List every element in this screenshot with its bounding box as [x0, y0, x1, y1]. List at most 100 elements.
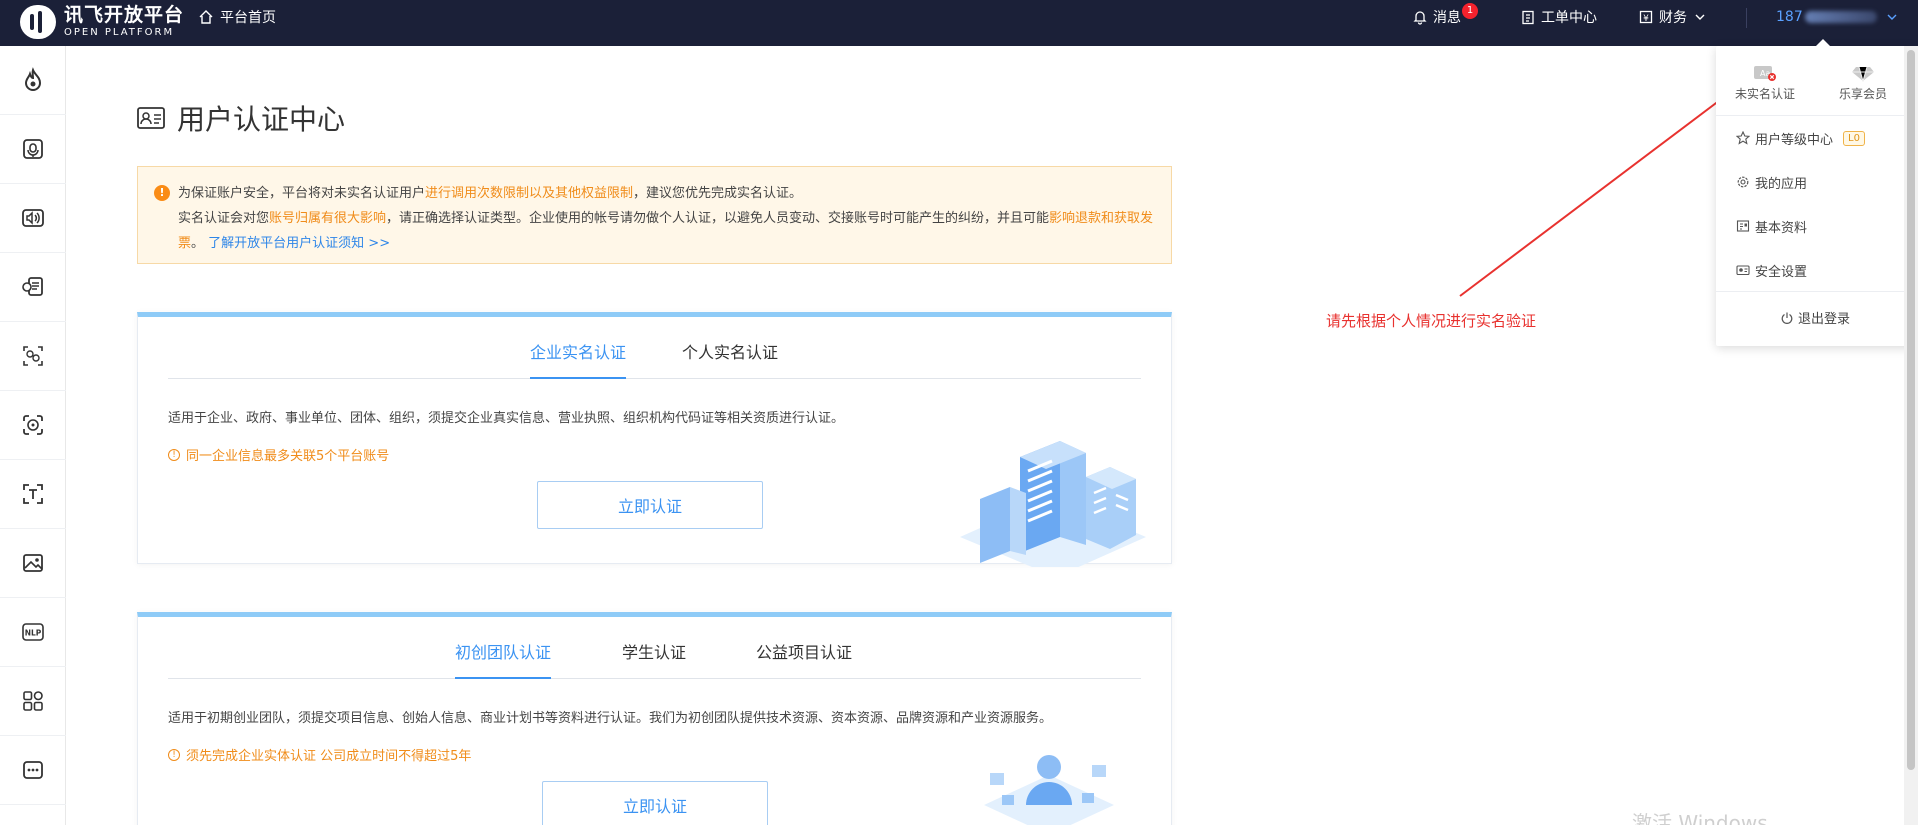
image-icon — [23, 554, 43, 572]
buildings-illustration — [960, 441, 1146, 567]
top-navigation-bar: 讯飞开放平台 OPEN PLATFORM 平台首页 消息 1 工单中心 ¥ 财务… — [0, 0, 1918, 46]
card-warning: ! 同一企业信息最多关联5个平台账号 — [168, 445, 389, 464]
sidebar-item-apps[interactable] — [0, 667, 66, 736]
sidebar-item-speech-recognition[interactable] — [0, 115, 66, 184]
unverified-label: 未实名认证 — [1734, 87, 1795, 101]
ticket-center-link[interactable]: 工单中心 — [1520, 0, 1597, 34]
diamond-icon — [1852, 66, 1874, 83]
user-level-tag: L0 — [1843, 130, 1865, 146]
logo-icon — [20, 5, 56, 39]
unverified-badge[interactable]: Aa 未实名认证 — [1730, 64, 1800, 102]
verification-tabs: 企业实名认证 个人实名认证 — [168, 327, 1141, 379]
sidebar-item-speech-synthesis[interactable] — [0, 184, 66, 253]
verification-guide-link[interactable]: 了解开放平台用户认证须知 >> — [208, 236, 390, 251]
card-description: 适用于初期创业团队，须提交项目信息、创始人信息、商业计划书等资料进行认证。我们为… — [168, 711, 1053, 726]
masked-phone-number — [1804, 11, 1877, 23]
tab-startup-team-verification[interactable]: 初创团队认证 — [455, 627, 552, 679]
user-dropdown-menu: Aa 未实名认证 乐享会员 用户等级中心 L0 我的应用 基本资料 安全设置 退… — [1716, 39, 1914, 346]
voice-recognition-icon — [23, 139, 43, 159]
messages-label: 消息 — [1433, 10, 1461, 26]
gear-icon — [1737, 176, 1749, 188]
messages-count-badge: 1 — [1462, 3, 1478, 19]
page-title: 用户认证中心 — [137, 98, 345, 138]
my-apps-link[interactable]: 我的应用 — [1736, 172, 1807, 192]
user-level-center-link[interactable]: 用户等级中心 L0 — [1736, 128, 1865, 148]
page-title-text: 用户认证中心 — [177, 103, 346, 136]
sidebar-item-voice-chat[interactable] — [0, 253, 66, 322]
warning-icon: ! — [154, 185, 170, 201]
sidebar-item-text-recognition[interactable] — [0, 460, 66, 529]
speech-synthesis-icon — [22, 209, 44, 227]
voice-chat-icon — [22, 277, 43, 296]
verification-notice: ! 为保证账户安全，平台将对未实名认证用户进行调用次数限制以及其他权益限制，建议… — [137, 166, 1172, 264]
platform-home-link[interactable]: 平台首页 — [198, 0, 276, 34]
more-icon — [23, 761, 43, 779]
chevron-down-icon — [1887, 14, 1897, 20]
home-icon — [199, 10, 213, 24]
bell-icon — [1413, 11, 1427, 25]
security-settings-label: 安全设置 — [1755, 264, 1808, 280]
tab-enterprise-verification[interactable]: 企业实名认证 — [530, 327, 627, 379]
profile-card-icon — [1736, 220, 1750, 232]
unverified-id-icon: Aa — [1754, 66, 1776, 81]
logo-title: 讯飞开放平台 — [64, 4, 185, 26]
card-warning: ! 须先完成企业实体认证 公司成立时间不得超过5年 — [168, 745, 471, 764]
notice-line-2: 实名认证会对您账号归属有很大影响，请正确选择认证类型。企业使用的帐号请勿做个人认… — [178, 211, 1154, 251]
power-icon — [1781, 312, 1793, 324]
svg-text:¥: ¥ — [1643, 14, 1649, 24]
notice-highlight: 账号归属有很大影响 — [269, 211, 387, 226]
security-card-icon — [1736, 265, 1750, 276]
product-sidebar: NLP — [0, 46, 66, 825]
tab-personal-verification[interactable]: 个人实名认证 — [682, 327, 778, 379]
sidebar-item-hot[interactable] — [0, 46, 66, 115]
messages-link[interactable]: 消息 1 — [1412, 0, 1478, 34]
tab-charity-project-verification[interactable]: 公益项目认证 — [756, 627, 852, 679]
tab-student-verification[interactable]: 学生认证 — [622, 627, 686, 679]
finance-label: 财务 — [1659, 10, 1687, 26]
verify-now-button[interactable]: 立即认证 — [537, 481, 763, 529]
verify-now-button[interactable]: 立即认证 — [542, 781, 768, 825]
logout-button[interactable]: 退出登录 — [1716, 308, 1914, 327]
security-settings-link[interactable]: 安全设置 — [1736, 260, 1807, 280]
text-ocr-icon — [23, 484, 43, 504]
id-card-icon — [137, 107, 165, 129]
clipboard-icon — [1522, 10, 1534, 25]
annotation-text: 请先根据个人情况进行实名验证 — [1326, 312, 1537, 330]
notice-highlight: 进行调用次数限制以及其他权益限制 — [425, 186, 634, 201]
nav-divider — [1746, 8, 1747, 28]
notice-line-1: 为保证账户安全，平台将对未实名认证用户进行调用次数限制以及其他权益限制，建议您优… — [178, 186, 803, 201]
basic-info-label: 基本资料 — [1755, 220, 1808, 236]
star-icon — [1736, 131, 1750, 145]
page-scrollbar[interactable] — [1904, 46, 1918, 825]
finance-menu[interactable]: ¥ 财务 — [1638, 0, 1712, 34]
basic-info-link[interactable]: 基本资料 — [1736, 216, 1807, 236]
face-detect-icon — [23, 415, 43, 435]
chevron-down-icon — [1695, 14, 1705, 20]
sidebar-item-more[interactable] — [0, 736, 66, 805]
yuan-icon: ¥ — [1639, 10, 1653, 24]
card-warning-text: 同一企业信息最多关联5个平台账号 — [186, 449, 390, 464]
info-icon: ! — [168, 748, 180, 761]
apps-grid-icon — [23, 691, 43, 711]
ticket-center-label: 工单中心 — [1541, 10, 1597, 26]
user-phone-prefix: 187 — [1776, 9, 1803, 25]
sidebar-item-face-compare[interactable] — [0, 322, 66, 391]
sidebar-item-nlp[interactable]: NLP — [0, 598, 66, 667]
team-illustration — [984, 755, 1114, 825]
windows-activation-watermark: 激活 Windows — [1632, 811, 1768, 825]
my-apps-label: 我的应用 — [1755, 176, 1808, 192]
verification-tabs: 初创团队认证 学生认证 公益项目认证 — [168, 627, 1141, 679]
sidebar-item-image-recognition[interactable] — [0, 529, 66, 598]
logout-label: 退出登录 — [1797, 312, 1850, 327]
user-account-menu[interactable]: 187 — [1776, 0, 1899, 34]
user-status-badges: Aa 未实名认证 乐享会员 — [1716, 46, 1914, 116]
sidebar-item-face-detect[interactable] — [0, 391, 66, 460]
dropdown-divider — [1716, 291, 1914, 292]
card-warning-text: 须先完成企业实体认证 公司成立时间不得超过5年 — [186, 749, 472, 764]
platform-logo[interactable]: 讯飞开放平台 OPEN PLATFORM — [20, 2, 184, 42]
logo-subtitle: OPEN PLATFORM — [64, 27, 175, 38]
member-badge[interactable]: 乐享会员 — [1828, 64, 1898, 102]
scrollbar-thumb[interactable] — [1907, 50, 1915, 770]
info-icon: ! — [168, 448, 180, 461]
startup-verification-card: 初创团队认证 学生认证 公益项目认证 适用于初期创业团队，须提交项目信息、创始人… — [137, 612, 1172, 825]
